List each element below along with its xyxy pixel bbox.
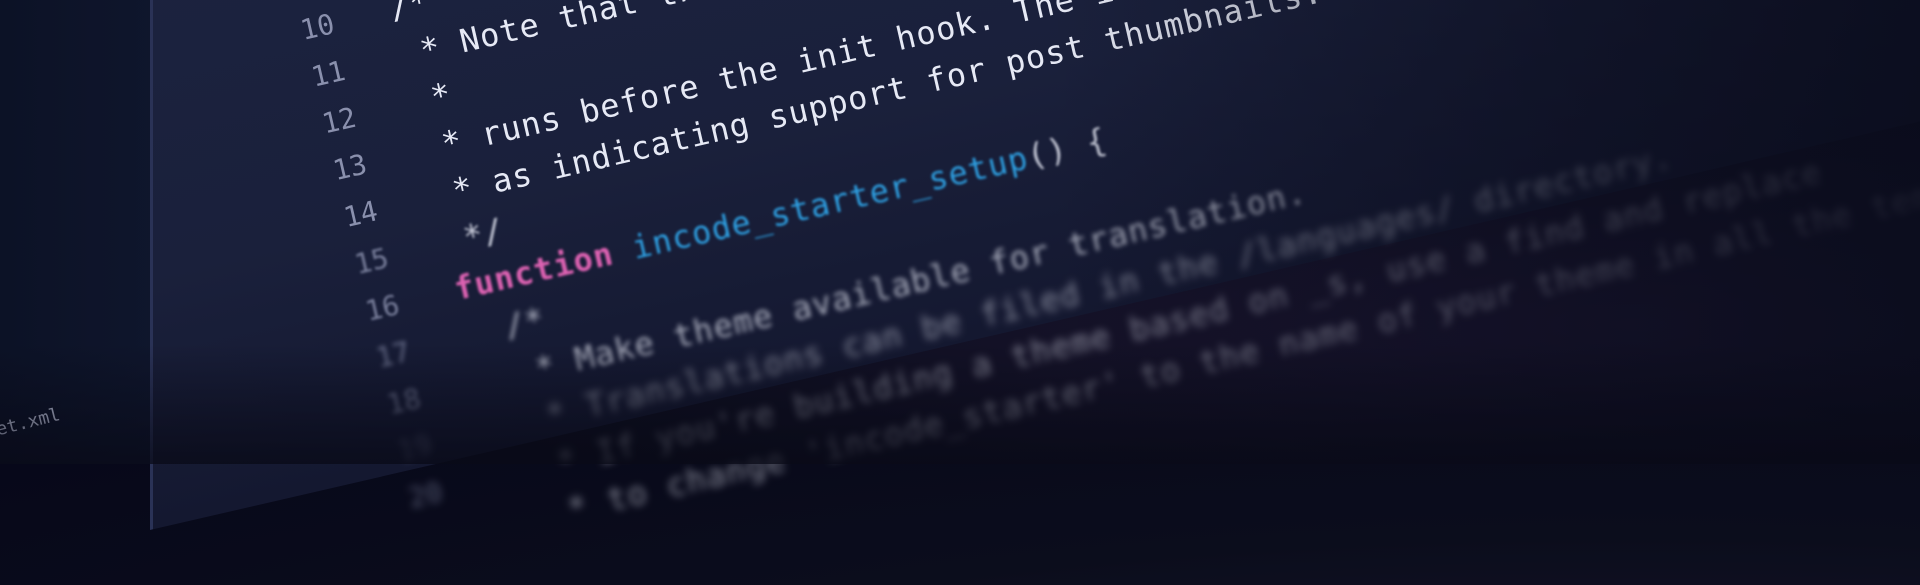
file-tree-item-label[interactable]: et.xml — [0, 404, 62, 440]
code-token: * — [407, 74, 456, 121]
line-number — [367, 547, 455, 567]
code-token: /** — [385, 0, 454, 28]
code-editor[interactable]: 8if ( ! func9if ( ! * Sets up theme defa… — [220, 0, 1920, 585]
code-text: * — [407, 75, 455, 121]
